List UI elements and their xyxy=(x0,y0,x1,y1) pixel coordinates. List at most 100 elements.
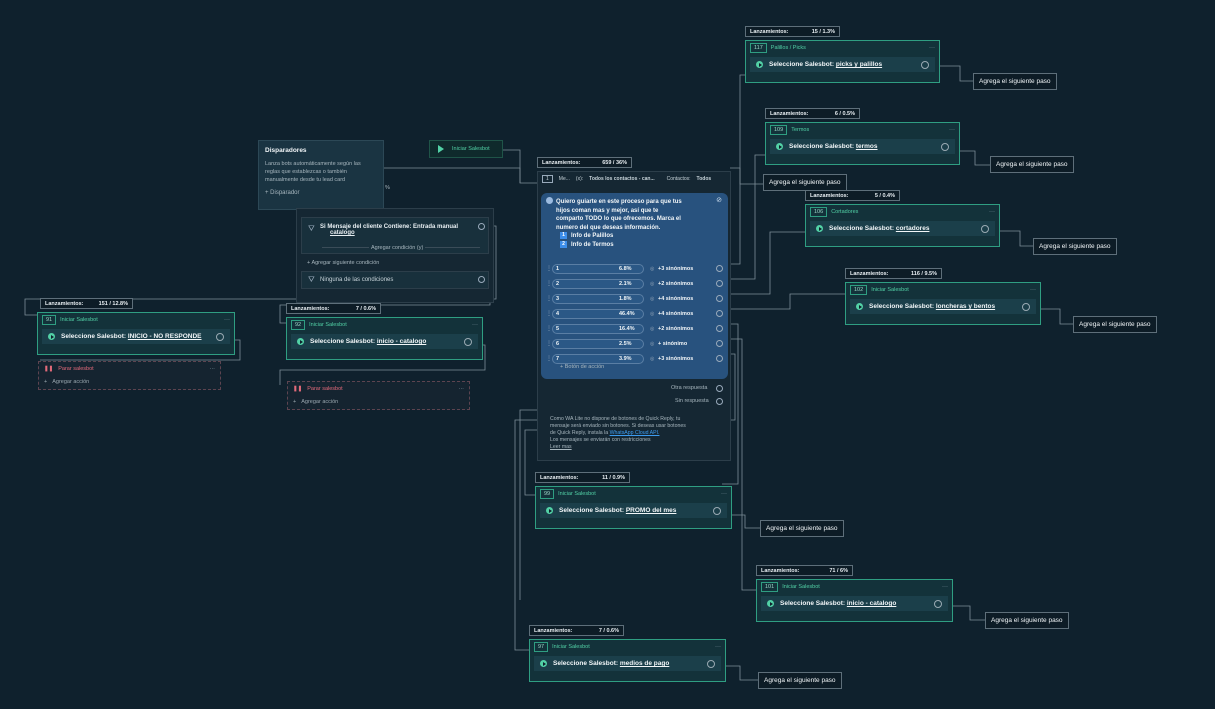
answer-port[interactable] xyxy=(716,280,723,287)
output-port[interactable] xyxy=(713,506,721,515)
more-icon[interactable]: ··· xyxy=(224,317,230,323)
answer-button-row[interactable]: ⋮ 5 16.4% ◎ +2 sinónimos xyxy=(544,322,726,335)
node-subtitle: Palillos / Picks xyxy=(770,45,806,51)
add-next-step[interactable]: Agrega el siguiente paso xyxy=(990,156,1074,173)
other-answer-port[interactable] xyxy=(716,385,723,392)
condition-none[interactable]: ⛛ Ninguna de las condiciones xyxy=(301,271,489,289)
stop-salesbot-block[interactable]: ❚❚ Parar salesbot ··· + Agregar acción xyxy=(38,361,221,390)
remove-icon[interactable] xyxy=(478,276,485,283)
more-icon[interactable]: ··· xyxy=(1030,287,1036,293)
no-answer-port[interactable] xyxy=(716,398,723,405)
output-port[interactable] xyxy=(981,224,989,233)
attach-icon[interactable]: ⊘ xyxy=(716,196,722,204)
synonyms-icon: ◎ xyxy=(650,310,655,317)
answer-button-row[interactable]: ⋮ 4 46.4% ◎ +4 sinónimos xyxy=(544,307,726,320)
stop-salesbot-block[interactable]: ❚❚ Parar salesbot ··· + Agregar acción xyxy=(287,381,470,410)
play-icon xyxy=(856,303,863,310)
salesbot-node[interactable]: 106 Cortadores ··· Seleccione Salesbot: co… xyxy=(805,204,1000,247)
more-icon[interactable]: ··· xyxy=(472,322,478,328)
central-launches: Lanzamientos: 659 / 36% xyxy=(537,157,632,168)
salesbot-node[interactable]: 92 Iniciar Salesbot ··· Seleccione Salesbo… xyxy=(286,317,483,360)
salesbot-node[interactable]: 101 Iniciar Salesbot ··· Seleccione Salesb… xyxy=(756,579,953,622)
salesbot-select[interactable]: Seleccione Salesbot: PROMO del mes xyxy=(540,503,727,518)
output-port[interactable] xyxy=(464,337,472,346)
launches-label: Lanzamientos: 71 / 6% xyxy=(756,565,853,576)
node-index: 1 xyxy=(542,174,553,183)
answer-port[interactable] xyxy=(716,355,723,362)
answer-number: 3 xyxy=(556,295,560,302)
salesbot-node[interactable]: 102 Iniciar Salesbot ··· Seleccione Salesb… xyxy=(845,282,1041,325)
salesbot-select[interactable]: Seleccione Salesbot: picks y palillos xyxy=(750,57,935,72)
add-next-step[interactable]: Agrega el siguiente paso xyxy=(1073,316,1157,333)
answer-port[interactable] xyxy=(716,295,723,302)
play-icon xyxy=(767,600,774,607)
answer-button-row[interactable]: ⋮ 3 1.8% ◎ +4 sinónimos xyxy=(544,292,726,305)
add-next-condition[interactable]: + Agregar siguiente condición xyxy=(307,260,379,266)
answer-number: 6 xyxy=(556,340,560,347)
salesbot-node[interactable]: 91 Iniciar Salesbot ··· Seleccione Salesbo… xyxy=(37,312,235,355)
node-index: 91 xyxy=(42,315,57,325)
add-and-condition[interactable]: Agregar condición (y) xyxy=(369,245,426,251)
answer-port[interactable] xyxy=(716,310,723,317)
salesbot-select[interactable]: Seleccione Salesbot: INICIO - NO RESPOND… xyxy=(42,329,230,344)
salesbot-select[interactable]: Seleccione Salesbot: medios de pago xyxy=(534,656,721,671)
output-port[interactable] xyxy=(707,659,715,668)
synonyms-label[interactable]: +2 sinónimos xyxy=(658,281,693,287)
more-icon[interactable]: ··· xyxy=(210,366,216,372)
node-subtitle: Cortadores xyxy=(831,209,859,215)
synonyms-label[interactable]: +4 sinónimos xyxy=(658,311,693,317)
salesbot-node[interactable]: 97 Iniciar Salesbot ··· Seleccione Salesbo… xyxy=(529,639,726,682)
cloud-api-link[interactable]: WhatsApp Cloud API. xyxy=(610,430,660,436)
answer-port[interactable] xyxy=(716,265,723,272)
salesbot-select[interactable]: Seleccione Salesbot: loncheras y bentos xyxy=(850,299,1036,314)
launches-label: Lanzamientos: 7 / 0.6% xyxy=(529,625,624,636)
salesbot-name: cortadores xyxy=(895,225,930,232)
output-port[interactable] xyxy=(216,332,224,341)
start-trigger-button[interactable]: Iniciar Salesbot xyxy=(429,140,503,158)
add-next-step[interactable]: Agrega el siguiente paso xyxy=(758,672,842,689)
more-icon[interactable]: ··· xyxy=(459,386,465,392)
play-icon xyxy=(438,145,444,153)
salesbot-select[interactable]: Seleccione Salesbot: termos xyxy=(770,139,955,154)
synonyms-label[interactable]: +2 sinónimos xyxy=(658,326,693,332)
salesbot-select[interactable]: Seleccione Salesbot: inicio - catalogo xyxy=(291,334,478,349)
salesbot-node[interactable]: 99 Iniciar Salesbot ··· Seleccione Salesbo… xyxy=(535,486,732,529)
salesbot-node[interactable]: 109 Termos ··· Seleccione Salesbot: termos xyxy=(765,122,960,165)
synonyms-label[interactable]: +4 sinónimos xyxy=(658,296,693,302)
output-port[interactable] xyxy=(921,60,929,69)
synonyms-label[interactable]: +3 sinónimos xyxy=(658,266,693,272)
synonyms-label[interactable]: +3 sinónimos xyxy=(658,356,693,362)
synonyms-label[interactable]: + sinónimo xyxy=(658,341,687,347)
answer-port[interactable] xyxy=(716,325,723,332)
output-port[interactable] xyxy=(941,142,949,151)
add-action-button[interactable]: + Botón de acción xyxy=(560,364,604,370)
output-port[interactable] xyxy=(1022,302,1030,311)
output-port[interactable] xyxy=(934,599,942,608)
salesbot-select[interactable]: Seleccione Salesbot: cortadores xyxy=(810,221,995,236)
add-next-step[interactable]: Agrega el siguiente paso xyxy=(1033,238,1117,255)
more-icon[interactable]: ··· xyxy=(721,491,727,497)
salesbot-select[interactable]: Seleccione Salesbot: inicio - catalogo xyxy=(761,596,948,611)
central-next-step[interactable]: Agrega el siguiente paso xyxy=(763,174,847,191)
answer-button-row[interactable]: ⋮ 2 2.1% ◎ +2 sinónimos xyxy=(544,277,726,290)
more-icon[interactable]: ··· xyxy=(989,209,995,215)
salesbot-name: termos xyxy=(855,143,878,150)
answer-port[interactable] xyxy=(716,340,723,347)
more-icon[interactable]: ··· xyxy=(949,127,955,133)
node-index: 109 xyxy=(770,125,788,135)
read-more-link[interactable]: Leer mas xyxy=(550,444,726,451)
remove-icon[interactable] xyxy=(478,223,485,230)
add-next-step[interactable]: Agrega el siguiente paso xyxy=(985,612,1069,629)
add-trigger-button[interactable]: + Disparador xyxy=(265,190,377,196)
answer-button-row[interactable]: ⋮ 6 2.5% ◎ + sinónimo xyxy=(544,337,726,350)
add-next-step[interactable]: Agrega el siguiente paso xyxy=(973,73,1057,90)
more-icon[interactable]: ··· xyxy=(942,584,948,590)
more-icon[interactable]: ··· xyxy=(929,45,935,51)
salesbot-node[interactable]: 117 Palillos / Picks ··· Seleccione Salesb… xyxy=(745,40,940,83)
answer-button-row[interactable]: ⋮ 1 6.8% ◎ +3 sinónimos xyxy=(544,262,726,275)
add-action-button[interactable]: Agregar acción xyxy=(301,399,338,405)
add-action-button[interactable]: Agregar acción xyxy=(52,379,89,385)
more-icon[interactable]: ··· xyxy=(715,644,721,650)
flow-canvas: Disparadores Lanza bots automáticamente … xyxy=(0,0,1215,709)
add-next-step[interactable]: Agrega el siguiente paso xyxy=(760,520,844,537)
